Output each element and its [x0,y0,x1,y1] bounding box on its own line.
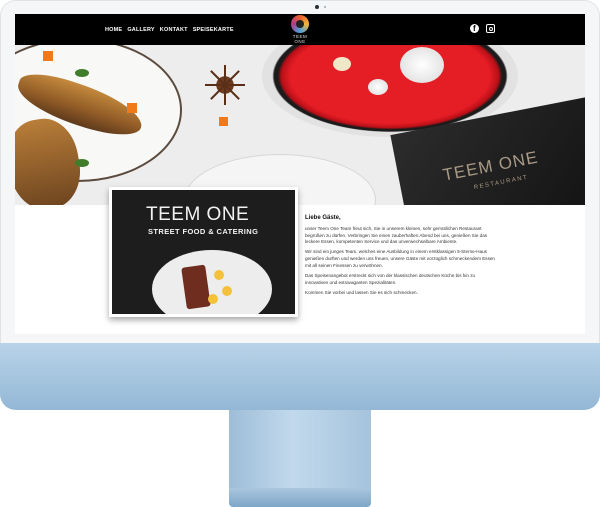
shirt-title: TEEM ONE [146,204,250,225]
dish-garnish [214,270,224,280]
dish-garnish [222,286,232,296]
intro-paragraph: Kommen Sie vorbei und lassen Sie es sich… [305,289,418,295]
camera-icon [315,5,319,9]
garnish [43,51,53,61]
chef-photo: TEEM ONE STREET FOOD & CATERING [109,187,298,317]
shirt-subtitle: STREET FOOD & CATERING [148,227,259,236]
nav-item-kontakt[interactable]: KONTAKT [160,27,188,33]
nav-item-home[interactable]: HOME [105,27,122,33]
intro-paragraph: Das Speisenangebot erstreckt sich von de… [305,272,476,285]
hero-image: TEEM ONE RESTAURANT [15,45,585,205]
imac-stand-base [229,488,371,507]
intro-heading: Liebe Gäste, [305,215,341,221]
facebook-icon[interactable] [470,24,479,33]
intro-text: Liebe Gäste, unser Teem One Team freut s… [305,215,495,300]
nav-item-gallery[interactable]: GALLERY [127,27,154,33]
intro-section: TEEM ONE STREET FOOD & CATERING Liebe Gä… [15,187,585,334]
garnish [75,159,89,167]
food-item [333,57,351,71]
nav-item-speisekarte[interactable]: SPEISEKARTE [193,27,234,33]
instagram-icon[interactable] [486,24,495,33]
logo-text: TEEM ONE [292,34,308,44]
site-navbar: HOME GALLERY KONTAKT SPEISEKARTE TEEM ON… [15,14,585,45]
foam [400,47,444,83]
imac-stand [229,410,371,490]
dish-garnish [208,294,218,304]
decoration [205,65,245,105]
logo-emblem-icon [291,15,309,33]
dish-plate [152,250,272,314]
garnish [127,103,137,113]
foam [368,79,388,95]
website-screen: HOME GALLERY KONTAKT SPEISEKARTE TEEM ON… [15,14,585,334]
sensor-dot [324,6,326,8]
garnish [75,69,89,77]
intro-paragraph: unser Teem One Team freut sich, Sie in u… [305,226,488,245]
nav-menu: HOME GALLERY KONTAKT SPEISEKARTE [105,27,234,33]
garnish [219,117,228,126]
imac-chin [0,343,600,410]
intro-paragraph: Wir sind ein junges Team, welches eine A… [305,249,495,268]
site-logo[interactable]: TEEM ONE [287,15,313,44]
